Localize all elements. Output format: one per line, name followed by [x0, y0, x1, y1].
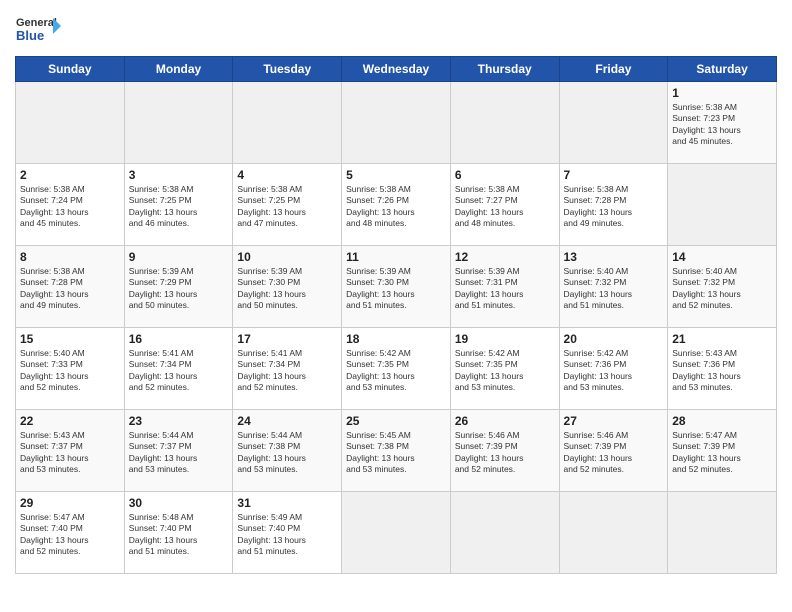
day-cell-9: 9Sunrise: 5:39 AMSunset: 7:29 PMDaylight…	[124, 246, 233, 328]
empty-cell	[559, 492, 668, 574]
svg-text:Blue: Blue	[16, 28, 44, 43]
header-row-days: SundayMondayTuesdayWednesdayThursdayFrid…	[16, 57, 777, 82]
empty-cell	[668, 492, 777, 574]
main-container: General Blue SundayMondayTuesdayWednesda…	[0, 0, 792, 579]
day-cell-17: 17Sunrise: 5:41 AMSunset: 7:34 PMDayligh…	[233, 328, 342, 410]
day-header-friday: Friday	[559, 57, 668, 82]
calendar-week-4: 15Sunrise: 5:40 AMSunset: 7:33 PMDayligh…	[16, 328, 777, 410]
day-cell-20: 20Sunrise: 5:42 AMSunset: 7:36 PMDayligh…	[559, 328, 668, 410]
day-cell-28: 28Sunrise: 5:47 AMSunset: 7:39 PMDayligh…	[668, 410, 777, 492]
logo-svg: General Blue	[15, 10, 63, 50]
day-cell-7: 7Sunrise: 5:38 AMSunset: 7:28 PMDaylight…	[559, 164, 668, 246]
calendar-week-2: 2Sunrise: 5:38 AMSunset: 7:24 PMDaylight…	[16, 164, 777, 246]
day-cell-25: 25Sunrise: 5:45 AMSunset: 7:38 PMDayligh…	[342, 410, 451, 492]
day-cell-10: 10Sunrise: 5:39 AMSunset: 7:30 PMDayligh…	[233, 246, 342, 328]
day-cell-24: 24Sunrise: 5:44 AMSunset: 7:38 PMDayligh…	[233, 410, 342, 492]
calendar-week-1: 1Sunrise: 5:38 AMSunset: 7:23 PMDaylight…	[16, 82, 777, 164]
day-cell-6: 6Sunrise: 5:38 AMSunset: 7:27 PMDaylight…	[450, 164, 559, 246]
day-cell-21: 21Sunrise: 5:43 AMSunset: 7:36 PMDayligh…	[668, 328, 777, 410]
day-cell-27: 27Sunrise: 5:46 AMSunset: 7:39 PMDayligh…	[559, 410, 668, 492]
day-cell-19: 19Sunrise: 5:42 AMSunset: 7:35 PMDayligh…	[450, 328, 559, 410]
empty-cell	[233, 82, 342, 164]
day-cell-23: 23Sunrise: 5:44 AMSunset: 7:37 PMDayligh…	[124, 410, 233, 492]
calendar-header: SundayMondayTuesdayWednesdayThursdayFrid…	[16, 57, 777, 82]
day-cell-15: 15Sunrise: 5:40 AMSunset: 7:33 PMDayligh…	[16, 328, 125, 410]
empty-cell	[559, 82, 668, 164]
empty-cell	[16, 82, 125, 164]
logo: General Blue	[15, 10, 63, 50]
empty-cell	[450, 492, 559, 574]
day-cell-31: 31Sunrise: 5:49 AMSunset: 7:40 PMDayligh…	[233, 492, 342, 574]
day-cell-5: 5Sunrise: 5:38 AMSunset: 7:26 PMDaylight…	[342, 164, 451, 246]
empty-cell	[450, 82, 559, 164]
calendar-week-3: 8Sunrise: 5:38 AMSunset: 7:28 PMDaylight…	[16, 246, 777, 328]
calendar-body: 1Sunrise: 5:38 AMSunset: 7:23 PMDaylight…	[16, 82, 777, 574]
header-row: General Blue	[15, 10, 777, 50]
calendar-table: SundayMondayTuesdayWednesdayThursdayFrid…	[15, 56, 777, 574]
empty-cell	[342, 82, 451, 164]
empty-cell	[342, 492, 451, 574]
calendar-week-5: 22Sunrise: 5:43 AMSunset: 7:37 PMDayligh…	[16, 410, 777, 492]
day-header-saturday: Saturday	[668, 57, 777, 82]
day-header-sunday: Sunday	[16, 57, 125, 82]
day-cell-18: 18Sunrise: 5:42 AMSunset: 7:35 PMDayligh…	[342, 328, 451, 410]
day-header-thursday: Thursday	[450, 57, 559, 82]
day-header-monday: Monday	[124, 57, 233, 82]
day-cell-22: 22Sunrise: 5:43 AMSunset: 7:37 PMDayligh…	[16, 410, 125, 492]
day-cell-3: 3Sunrise: 5:38 AMSunset: 7:25 PMDaylight…	[124, 164, 233, 246]
day-cell-11: 11Sunrise: 5:39 AMSunset: 7:30 PMDayligh…	[342, 246, 451, 328]
day-cell-29: 29Sunrise: 5:47 AMSunset: 7:40 PMDayligh…	[16, 492, 125, 574]
day-cell-8: 8Sunrise: 5:38 AMSunset: 7:28 PMDaylight…	[16, 246, 125, 328]
day-header-tuesday: Tuesday	[233, 57, 342, 82]
day-cell-30: 30Sunrise: 5:48 AMSunset: 7:40 PMDayligh…	[124, 492, 233, 574]
day-cell-16: 16Sunrise: 5:41 AMSunset: 7:34 PMDayligh…	[124, 328, 233, 410]
day-cell-26: 26Sunrise: 5:46 AMSunset: 7:39 PMDayligh…	[450, 410, 559, 492]
day-cell-13: 13Sunrise: 5:40 AMSunset: 7:32 PMDayligh…	[559, 246, 668, 328]
day-cell-4: 4Sunrise: 5:38 AMSunset: 7:25 PMDaylight…	[233, 164, 342, 246]
day-cell-2: 2Sunrise: 5:38 AMSunset: 7:24 PMDaylight…	[16, 164, 125, 246]
calendar-week-6: 29Sunrise: 5:47 AMSunset: 7:40 PMDayligh…	[16, 492, 777, 574]
empty-cell	[668, 164, 777, 246]
day-cell-12: 12Sunrise: 5:39 AMSunset: 7:31 PMDayligh…	[450, 246, 559, 328]
day-cell-1: 1Sunrise: 5:38 AMSunset: 7:23 PMDaylight…	[668, 82, 777, 164]
empty-cell	[124, 82, 233, 164]
day-cell-14: 14Sunrise: 5:40 AMSunset: 7:32 PMDayligh…	[668, 246, 777, 328]
day-header-wednesday: Wednesday	[342, 57, 451, 82]
